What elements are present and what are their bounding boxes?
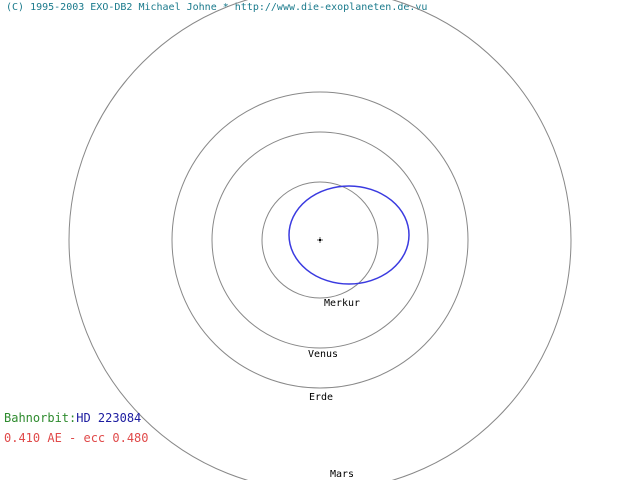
orbit-info: Bahnorbit:HD 223084 [4,411,141,425]
orbit-parameters: 0.410 AE - ecc 0.480 [4,431,149,445]
label-merkur: Merkur [324,298,360,309]
exoplanet-orbit [288,185,410,285]
star-name: HD 223084 [76,411,142,425]
orbit-diagram: Merkur Venus Erde Mars [68,0,572,480]
orbit-label: Bahnorbit: [4,411,77,425]
label-venus: Venus [308,349,338,360]
label-erde: Erde [309,392,333,403]
star-marker [317,237,323,243]
label-mars: Mars [330,469,354,480]
